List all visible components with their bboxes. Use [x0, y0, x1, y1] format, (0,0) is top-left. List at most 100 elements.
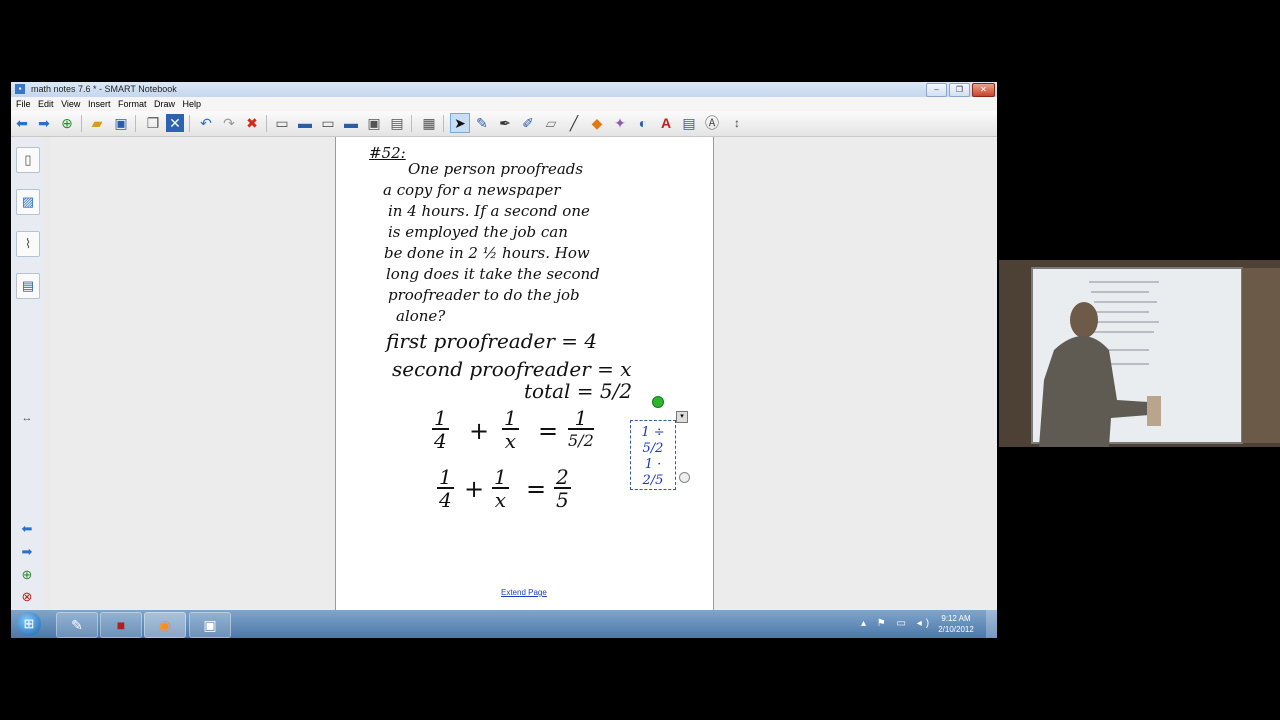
document-camera-icon[interactable]: ▤ — [388, 114, 406, 132]
undo-icon[interactable]: ↶ — [197, 114, 215, 132]
menu-edit[interactable]: Edit — [38, 99, 54, 109]
taskbar-smart-notebook-icon[interactable]: ▣ — [189, 612, 231, 638]
menu-view[interactable]: View — [61, 99, 80, 109]
remove-x-icon[interactable]: ✖ — [243, 114, 261, 132]
toolbar-separator — [443, 115, 444, 132]
menu-format[interactable]: Format — [118, 99, 147, 109]
sidebar-delete-page-icon[interactable]: ⊗ — [16, 589, 38, 605]
selected-ink-line-1: 1 ÷ 5/2 — [641, 425, 665, 456]
eq1-plus: + — [469, 417, 490, 445]
second-proofreader-line: second proofreader = x — [392, 357, 632, 381]
screen-shade-icon[interactable]: ▭ — [273, 114, 291, 132]
smart-notebook-app-icon: ▪ — [15, 84, 25, 94]
eq1-fraction-result: 1 5/2 — [568, 408, 594, 452]
system-tray-icons[interactable]: ▴ ⚑ ▭ ◂) — [861, 618, 933, 629]
next-page-arrow-icon[interactable]: ➡ — [35, 114, 53, 132]
pen-icon[interactable]: ✎ — [473, 114, 491, 132]
taskbar-recorder-app-icon[interactable]: ■ — [100, 612, 142, 638]
dual-page-display-icon[interactable]: ▬ — [342, 114, 360, 132]
save-disk-icon[interactable]: ▣ — [112, 114, 130, 132]
sidebar-next-page-icon[interactable]: ➡ — [16, 544, 38, 560]
webcam-inset-image — [999, 260, 1280, 447]
selected-ink-object[interactable]: 1 ÷ 5/2 1 · 2/5 — [630, 420, 676, 490]
shapes-icon[interactable]: ◆ — [588, 114, 606, 132]
attachments-paperclip-icon[interactable]: ⌇ — [16, 231, 40, 257]
clock-time: 9:12 AM — [941, 614, 971, 623]
sidebar-scrollbar[interactable] — [44, 137, 51, 610]
eq1-fraction-1: 1 4 — [432, 408, 449, 452]
gallery-tab-icon[interactable]: ▨ — [16, 189, 40, 215]
maximize-button[interactable]: ❐ — [949, 83, 970, 97]
previous-page-arrow-icon[interactable]: ⬅ — [13, 114, 31, 132]
eq1-result-numerator: 1 — [568, 408, 594, 430]
toolbar-separator — [266, 115, 267, 132]
object-menu-dropdown-icon[interactable]: ▾ — [676, 411, 688, 423]
problem-number: #52: — [369, 144, 406, 162]
eq2-denominator-2: x — [494, 488, 506, 512]
extend-page-link[interactable]: Extend Page — [501, 588, 547, 597]
open-folder-icon[interactable]: ▰ — [88, 114, 106, 132]
select-arrow-icon[interactable]: ➤ — [450, 113, 470, 133]
sidebar-add-page-icon[interactable]: ⊕ — [16, 567, 38, 583]
eraser-icon[interactable]: ▱ — [542, 114, 560, 132]
handwriting-recognition-icon[interactable]: Ⓐ — [703, 114, 721, 132]
move-toolbar-icon[interactable]: ↕ — [728, 114, 746, 132]
rotate-handle-icon[interactable] — [652, 396, 664, 408]
problem-line-3: in 4 hours. If a second one — [388, 202, 590, 220]
total-line: total = 5/2 — [524, 379, 633, 403]
move-sidebar-icon[interactable]: ↔ — [16, 410, 38, 426]
show-desktop-button[interactable] — [986, 610, 997, 638]
magic-pen-icon[interactable]: ✦ — [611, 114, 629, 132]
eq1-denominator-2: x — [504, 429, 516, 453]
redo-icon[interactable]: ↷ — [220, 114, 238, 132]
taskbar-clock[interactable]: 9:12 AM 2/10/2012 — [931, 613, 981, 635]
eq2-result-denominator: 5 — [556, 488, 569, 512]
eq2-numerator-1: 1 — [437, 465, 454, 489]
menu-bar: File Edit View Insert Format Draw Help — [11, 97, 997, 111]
close-button[interactable]: ✕ — [972, 83, 995, 97]
screen-capture-icon[interactable]: ▣ — [365, 114, 383, 132]
problem-line-8: alone? — [396, 307, 446, 325]
eq2-equals: = — [526, 475, 547, 503]
selected-ink-content: 1 ÷ 5/2 1 · 2/5 — [635, 425, 671, 489]
full-screen-icon[interactable]: ▬ — [296, 114, 314, 132]
add-page-icon[interactable]: ⊕ — [58, 114, 76, 132]
sidebar-previous-page-icon[interactable]: ⬅ — [16, 521, 38, 537]
properties-tab-icon[interactable]: ▤ — [16, 273, 40, 299]
highlighter-icon[interactable]: ✐ — [519, 114, 537, 132]
window-title: math notes 7.6 * - SMART Notebook — [31, 84, 177, 94]
creative-pen-icon[interactable]: ✒ — [496, 114, 514, 132]
line-icon[interactable]: ╱ — [565, 114, 583, 132]
main-toolbar: ⬅ ➡ ⊕ ▰ ▣ ❐ ✕ ↶ ↷ ✖ ▭ ▬ ▭ ▬ ▣ ▤ ▦ ➤ ✎ ✒ … — [11, 111, 997, 137]
first-proofreader-line: first proofreader = 4 — [386, 329, 598, 353]
minimize-button[interactable]: – — [926, 83, 947, 97]
start-button-icon[interactable]: ⊞ — [17, 612, 41, 636]
eq2-result-numerator: 2 — [554, 465, 571, 489]
eq1-numerator-1: 1 — [432, 406, 449, 430]
window-controls: – ❐ ✕ — [926, 83, 995, 97]
webcam-scene-svg — [999, 260, 1280, 447]
page-sorter-tab-icon[interactable]: ▯ — [16, 147, 40, 173]
table-icon[interactable]: ▦ — [420, 114, 438, 132]
menu-draw[interactable]: Draw — [154, 99, 175, 109]
clock-date: 2/10/2012 — [938, 625, 974, 634]
properties-icon[interactable]: ▤ — [680, 114, 698, 132]
menu-insert[interactable]: Insert — [88, 99, 111, 109]
selected-ink-line-2: 1 · 2/5 — [642, 457, 664, 488]
resize-handle-icon[interactable] — [679, 472, 690, 483]
delete-x-icon[interactable]: ✕ — [166, 114, 184, 132]
fill-bucket-icon[interactable]: ◐ — [634, 114, 652, 132]
taskbar-firefox-icon[interactable]: ◉ — [144, 612, 186, 638]
title-bar[interactable]: ▪ math notes 7.6 * - SMART Notebook – ❐ … — [11, 82, 997, 97]
notebook-page[interactable]: #52: One person proofreads a copy for a … — [335, 137, 714, 610]
eq2-fraction-1: 1 4 — [437, 467, 454, 511]
problem-line-2: a copy for a newspaper — [383, 181, 561, 199]
paste-icon[interactable]: ❐ — [144, 114, 162, 132]
eq2-plus: + — [464, 475, 485, 503]
eq2-denominator-1: 4 — [439, 488, 452, 512]
taskbar-notes-app-icon[interactable]: ✎ — [56, 612, 98, 638]
text-tool-icon[interactable]: A — [657, 114, 675, 132]
transparent-background-icon[interactable]: ▭ — [319, 114, 337, 132]
menu-help[interactable]: Help — [183, 99, 202, 109]
menu-file[interactable]: File — [16, 99, 31, 109]
